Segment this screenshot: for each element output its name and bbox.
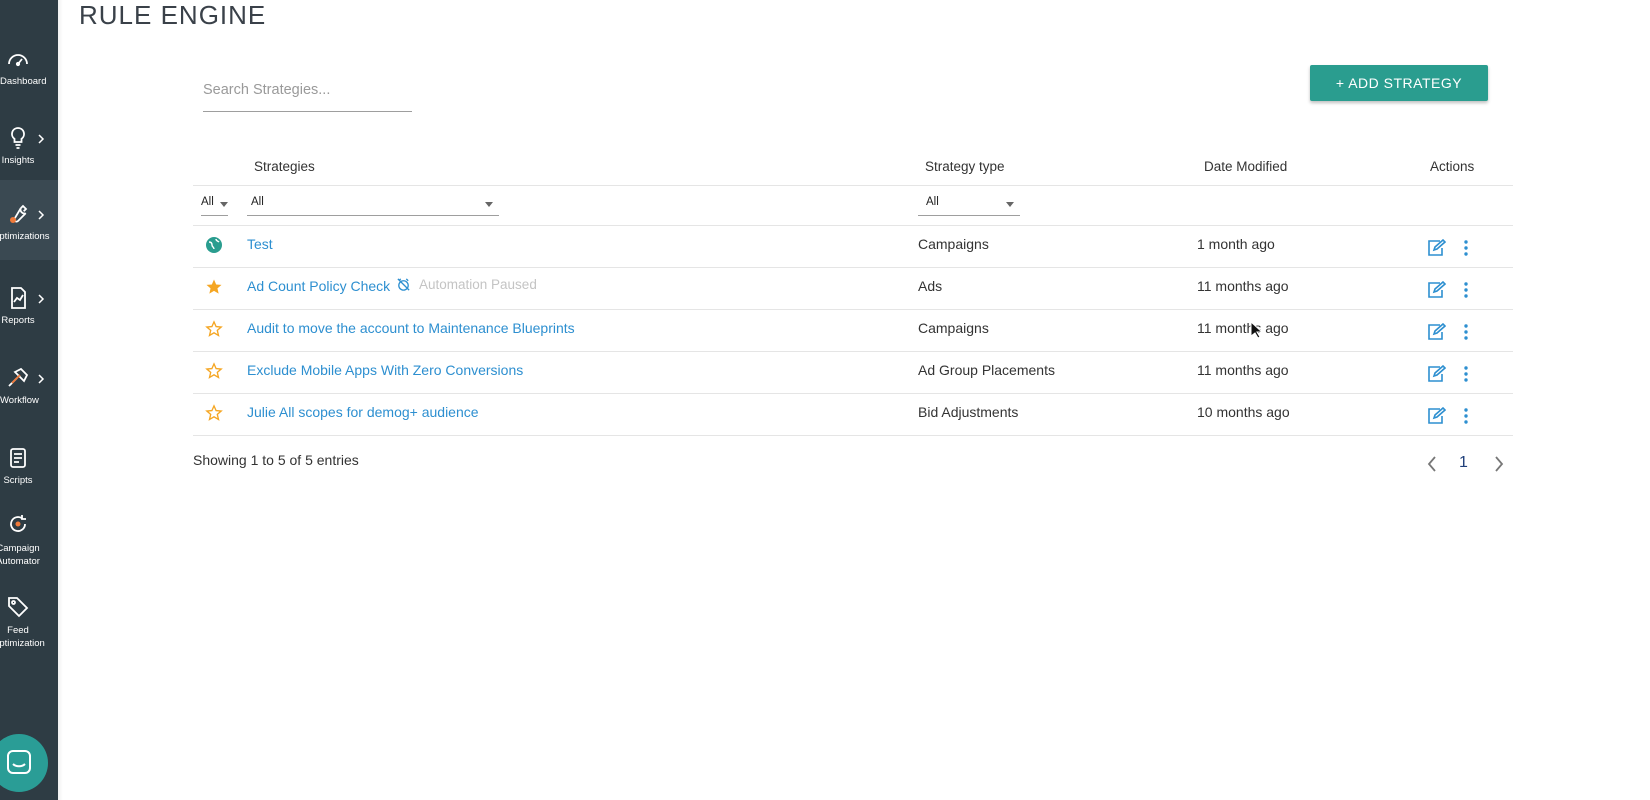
chevron-left-icon[interactable] bbox=[1426, 455, 1438, 473]
sidebar-item-label: Insights bbox=[1, 155, 35, 166]
date-modified: 11 months ago bbox=[1197, 278, 1289, 294]
search-input[interactable] bbox=[203, 76, 412, 104]
sidebar-item-label: Optimizations bbox=[0, 231, 50, 242]
type-filter-value: All bbox=[926, 196, 939, 208]
sidebar-item-label: Dashboard bbox=[0, 76, 47, 87]
sidebar-item-dashboard[interactable]: Dashboard bbox=[0, 33, 58, 109]
sidebar-item-insights[interactable]: Insights bbox=[0, 112, 58, 188]
caret-down-icon bbox=[220, 202, 228, 207]
sidebar-item-label: Reports bbox=[1, 315, 35, 326]
chevron-right-icon bbox=[38, 134, 45, 144]
type-filter-select[interactable]: All bbox=[918, 193, 1020, 216]
star-outline-icon[interactable] bbox=[205, 362, 223, 380]
date-modified: 11 months ago bbox=[1197, 362, 1289, 378]
chevron-right-icon bbox=[38, 210, 45, 220]
edit-icon[interactable] bbox=[1426, 239, 1446, 257]
campaign-automator-icon bbox=[10, 515, 26, 532]
icon-filter-value: All bbox=[201, 196, 214, 208]
strategy-type: Campaigns bbox=[918, 320, 989, 336]
caret-down-icon bbox=[1006, 202, 1014, 207]
strategy-name-link[interactable]: Ad Count Policy Check bbox=[247, 278, 390, 294]
automation-status: Automation Paused bbox=[396, 277, 537, 292]
chevron-right-icon bbox=[38, 294, 45, 304]
mouse-cursor-icon bbox=[1250, 321, 1262, 339]
strategy-type: Ads bbox=[918, 278, 943, 294]
chat-launcher-button[interactable] bbox=[0, 734, 48, 792]
strategy-name-link[interactable]: Audit to move the account to Maintenance… bbox=[247, 320, 575, 336]
sidebar-item-label: Workflow bbox=[0, 395, 39, 406]
star-outline-icon[interactable] bbox=[205, 320, 223, 338]
search-field bbox=[203, 76, 412, 112]
edit-icon[interactable] bbox=[1426, 407, 1446, 425]
caret-down-icon bbox=[485, 202, 493, 207]
sidebar: Dashboard Insights Optimizations Reports… bbox=[0, 0, 63, 800]
star-filled-icon[interactable] bbox=[205, 278, 223, 296]
sidebar-item-optimizations[interactable]: Optimizations bbox=[0, 180, 58, 260]
edit-icon[interactable] bbox=[1426, 281, 1446, 299]
lightbulb-icon bbox=[11, 127, 25, 149]
report-chart-icon bbox=[11, 287, 26, 309]
column-header-date-modified[interactable]: Date Modified bbox=[1204, 159, 1287, 174]
more-options-icon[interactable] bbox=[1463, 239, 1469, 257]
strategy-name-link[interactable]: Exclude Mobile Apps With Zero Conversion… bbox=[247, 362, 523, 378]
edit-icon[interactable] bbox=[1426, 323, 1446, 341]
table-row: Ad Count Policy Check Automation Paused … bbox=[193, 267, 1513, 310]
date-modified: 10 months ago bbox=[1197, 404, 1290, 420]
table-row: Exclude Mobile Apps With Zero Conversion… bbox=[193, 351, 1513, 394]
table-row: Julie All scopes for demog+ audience Bid… bbox=[193, 393, 1513, 436]
speedometer-icon bbox=[8, 54, 28, 67]
sidebar-item-label: Campaign Automator bbox=[0, 543, 40, 567]
strategy-type: Bid Adjustments bbox=[918, 404, 1019, 420]
sidebar-item-label: Feed Optimization bbox=[0, 625, 45, 649]
more-options-icon[interactable] bbox=[1463, 323, 1469, 341]
sidebar-item-reports[interactable]: Reports bbox=[0, 272, 58, 348]
date-modified: 1 month ago bbox=[1197, 236, 1275, 252]
sidebar-item-label: Scripts bbox=[3, 475, 33, 486]
strategy-type: Campaigns bbox=[918, 236, 989, 252]
hammer-icon bbox=[8, 367, 29, 387]
column-header-strategies[interactable]: Strategies bbox=[254, 159, 315, 174]
sidebar-item-workflow[interactable]: Workflow bbox=[0, 352, 58, 428]
strategy-filter-value: All bbox=[251, 196, 264, 208]
more-options-icon[interactable] bbox=[1463, 281, 1469, 299]
entries-count: Showing 1 to 5 of 5 entries bbox=[193, 452, 359, 468]
tag-icon bbox=[8, 597, 29, 618]
strategy-type: Ad Group Placements bbox=[918, 362, 1055, 378]
filter-row: All All All bbox=[193, 185, 1513, 226]
table-row: Test Campaigns 1 month ago bbox=[193, 225, 1513, 268]
globe-icon[interactable] bbox=[205, 236, 223, 254]
star-outline-icon[interactable] bbox=[205, 404, 223, 422]
chevron-right-icon[interactable] bbox=[1493, 455, 1505, 473]
alarm-off-icon bbox=[397, 278, 410, 291]
more-options-icon[interactable] bbox=[1463, 407, 1469, 425]
strategy-name-link[interactable]: Test bbox=[247, 236, 273, 252]
column-header-actions: Actions bbox=[1430, 159, 1475, 174]
icon-filter-select[interactable]: All bbox=[201, 193, 228, 216]
wrench-icon bbox=[10, 204, 28, 223]
sidebar-item-feed-optimization[interactable]: Feed Optimization bbox=[0, 590, 58, 674]
date-modified: 11 months ago bbox=[1197, 320, 1289, 336]
sidebar-item-scripts[interactable]: Scripts bbox=[0, 432, 58, 508]
table-header: Strategies Strategy type Date Modified A… bbox=[193, 145, 1513, 186]
page-number-button[interactable]: 1 bbox=[1459, 454, 1468, 472]
chevron-right-icon bbox=[38, 374, 45, 384]
chat-icon bbox=[7, 750, 31, 774]
automation-status-text: Automation Paused bbox=[419, 277, 537, 292]
sidebar-item-campaign-automator[interactable]: Campaign Automator bbox=[0, 508, 58, 592]
table-row: Audit to move the account to Maintenance… bbox=[193, 309, 1513, 352]
more-options-icon[interactable] bbox=[1463, 365, 1469, 383]
page-title: RULE ENGINE bbox=[79, 0, 267, 30]
strategy-name-link[interactable]: Julie All scopes for demog+ audience bbox=[247, 404, 479, 420]
edit-icon[interactable] bbox=[1426, 365, 1446, 383]
column-header-strategy-type[interactable]: Strategy type bbox=[925, 159, 1005, 174]
add-strategy-button[interactable]: + ADD STRATEGY bbox=[1310, 65, 1488, 101]
strategy-filter-select[interactable]: All bbox=[247, 193, 499, 216]
script-icon bbox=[10, 448, 26, 468]
